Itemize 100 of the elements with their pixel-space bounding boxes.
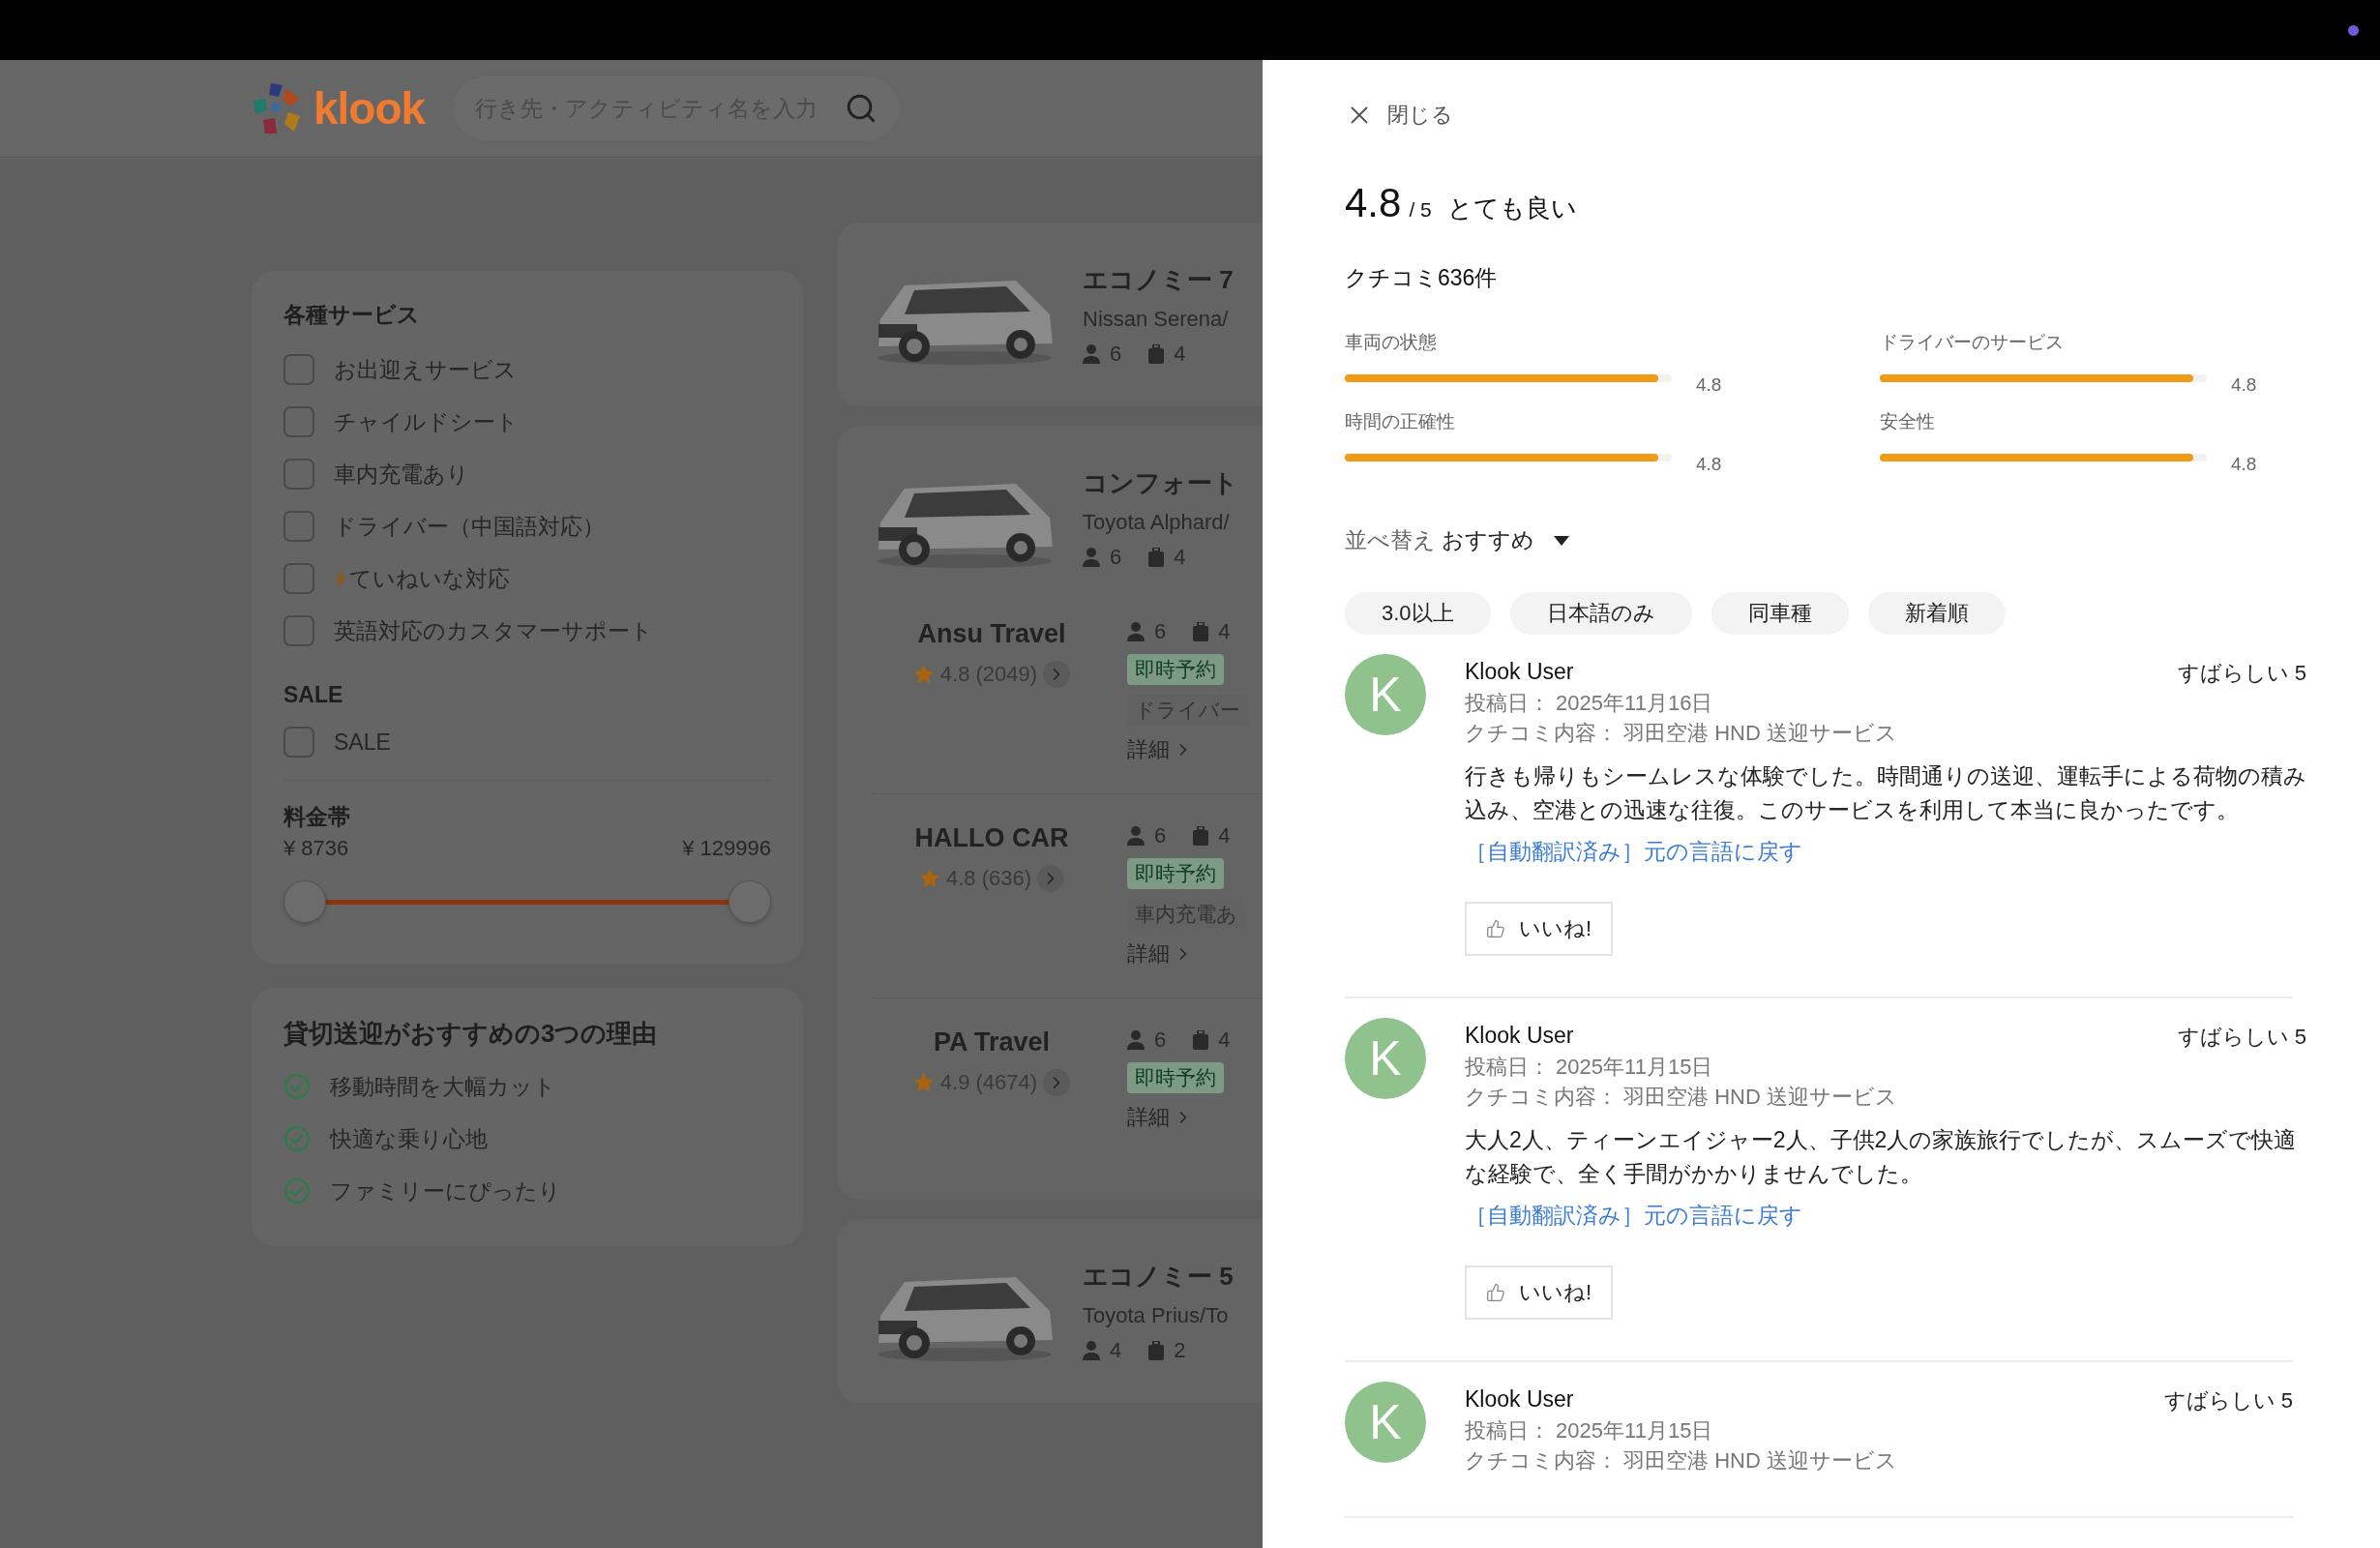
lightning-icon (334, 569, 347, 588)
aspect-label: 時間の正確性 (1345, 410, 1456, 433)
supplier-name: PA Travel (933, 1027, 1051, 1057)
review-count: クチコミ636件 (1345, 264, 1499, 292)
review-rating: すばらしい 5 (2163, 1387, 2293, 1414)
review-rating: すばらしい 5 (2177, 1024, 2306, 1051)
aspect-score: 4.8 (2231, 374, 2257, 396)
translation-link[interactable]: ［自動翻訳済み］元の言語に戻す (1465, 1201, 1802, 1231)
review-subject: クチコミ内容： 羽田空港 HND 送迎サービス (1465, 720, 1898, 747)
vehicle-model: Toyota Alphard/ (1083, 509, 1231, 535)
checkbox[interactable] (283, 459, 314, 490)
chevron-icon[interactable] (1037, 865, 1065, 892)
passenger-count: 4 (1110, 1337, 1122, 1363)
option-label: ドライバー（中国語対応） (334, 512, 605, 541)
status-dot-icon (2348, 24, 2359, 36)
min-price: ¥ 8736 (283, 836, 349, 861)
check-circle-icon (283, 1125, 311, 1152)
aspect-label: ドライバーのサービス (1880, 331, 2065, 354)
review-text: 大人2人、ティーンエイジャー2人、子供2人の家族旅行でしたが、スムーズで快適な経験で、全く手間がかかりませんでした。 (1465, 1126, 2298, 1188)
sort-dropdown[interactable]: 並べ替え おすすめ (1345, 525, 1569, 555)
slider-handle[interactable] (283, 880, 326, 923)
luggage-icon (1193, 826, 1209, 846)
supplier-name: HALLO CAR (914, 823, 1069, 853)
check-circle-icon (283, 1177, 311, 1205)
checkbox[interactable] (283, 354, 314, 385)
luggage-icon (1193, 622, 1209, 641)
person-icon (1127, 1030, 1145, 1050)
reviewer-name: Klook User (1465, 659, 1574, 686)
tag: 即時予約 (1127, 654, 1224, 685)
avatar: K (1345, 1018, 1426, 1099)
chevron-icon[interactable] (1043, 1069, 1071, 1096)
vehicle-model: Nissan Serena/ (1083, 306, 1230, 332)
supplier-name: Ansu Travel (917, 619, 1066, 649)
luggage-count: 4 (1218, 823, 1231, 848)
filter-chip[interactable]: 新着順 (1867, 592, 2006, 635)
tag: 即時予約 (1127, 858, 1224, 889)
review-date: 投稿日： 2025年11月15日 (1465, 1417, 1714, 1444)
review-rating: すばらしい 5 (2177, 660, 2306, 687)
luggage-count: 2 (1174, 1337, 1186, 1363)
luggage-count: 4 (1174, 341, 1186, 367)
option-label: 英語対応のカスタマーサポート (334, 616, 653, 645)
passenger-count: 6 (1110, 341, 1122, 367)
vehicle-title: エコノミー 5 (1083, 1260, 1234, 1293)
section-title: SALE (283, 682, 344, 708)
luggage-icon (1193, 1030, 1209, 1050)
max-price: ¥ 129996 (682, 836, 771, 861)
close-button[interactable]: 閉じる (1345, 101, 1453, 130)
reason-text: 快適な乗り心地 (330, 1124, 488, 1153)
person-icon (1127, 826, 1145, 846)
review-subject: クチコミ内容： 羽田空港 HND 送迎サービス (1465, 1447, 1898, 1474)
chevron-icon[interactable] (1043, 661, 1071, 688)
vehicle-title: エコノミー 7 (1083, 263, 1234, 296)
person-icon (1083, 547, 1100, 567)
luggage-count: 4 (1174, 544, 1186, 570)
passenger-count: 6 (1154, 1027, 1167, 1053)
checkbox[interactable] (283, 727, 314, 758)
option-label: ていねいな対応 (334, 563, 510, 594)
review-date: 投稿日： 2025年11月15日 (1465, 1054, 1714, 1081)
option-label: SALE (334, 729, 391, 756)
review-subject: クチコミ内容： 羽田空港 HND 送迎サービス (1465, 1084, 1898, 1111)
star-icon (912, 664, 935, 685)
star-icon (918, 868, 940, 889)
avatar: K (1345, 1382, 1426, 1463)
filter-chip[interactable]: 3.0以上 (1345, 592, 1491, 635)
person-icon (1127, 622, 1145, 641)
review-text: 行きも帰りもシームレスな体験でした。時間通りの送迎、運転手による荷物の積み込み、空港との迅速な往復。このサービスを利用して本当に良かったです。 (1465, 762, 2306, 824)
aspect-score: 4.8 (1696, 454, 1722, 475)
checkbox[interactable] (283, 615, 314, 646)
option-label: お出迎えサービス (334, 355, 517, 384)
filter-chip[interactable]: 同車種 (1711, 592, 1849, 635)
like-button[interactable]: いいね! (1465, 902, 1614, 956)
slider-handle[interactable] (729, 880, 771, 923)
checkbox[interactable] (283, 406, 314, 437)
thumbs-up-icon (1486, 919, 1505, 938)
rating-score: 4.8 (1345, 180, 1402, 226)
option-label: 車内充電あり (334, 460, 469, 489)
reason-text: ファミリーにぴったり (330, 1176, 561, 1206)
luggage-count: 4 (1218, 619, 1231, 644)
person-icon (1083, 343, 1100, 364)
filter-chip[interactable]: 日本語のみ (1509, 592, 1692, 635)
reviewer-name: Klook User (1465, 1023, 1574, 1050)
avatar: K (1345, 654, 1426, 735)
person-icon (1083, 1340, 1100, 1360)
luggage-icon (1148, 343, 1165, 364)
price-slider[interactable] (283, 880, 771, 925)
aspect-score: 4.8 (2231, 454, 2257, 475)
passenger-count: 6 (1154, 823, 1167, 848)
luggage-icon (1148, 1340, 1165, 1360)
rating-scale: / 5 (1409, 198, 1432, 222)
passenger-count: 6 (1154, 619, 1167, 644)
reasons-title: 貸切送迎がおすすめの3つの理由 (283, 1018, 659, 1050)
passenger-count: 6 (1110, 544, 1122, 570)
section-title: 料金帯 (283, 803, 351, 831)
review-date: 投稿日： 2025年11月16日 (1465, 690, 1714, 717)
checkbox[interactable] (283, 563, 314, 594)
translation-link[interactable]: ［自動翻訳済み］元の言語に戻す (1465, 837, 1802, 867)
like-button[interactable]: いいね! (1465, 1265, 1614, 1320)
vehicle-model: Toyota Prius/To (1083, 1302, 1230, 1328)
checkbox[interactable] (283, 511, 314, 542)
rating-verdict: とても良い (1446, 193, 1577, 224)
